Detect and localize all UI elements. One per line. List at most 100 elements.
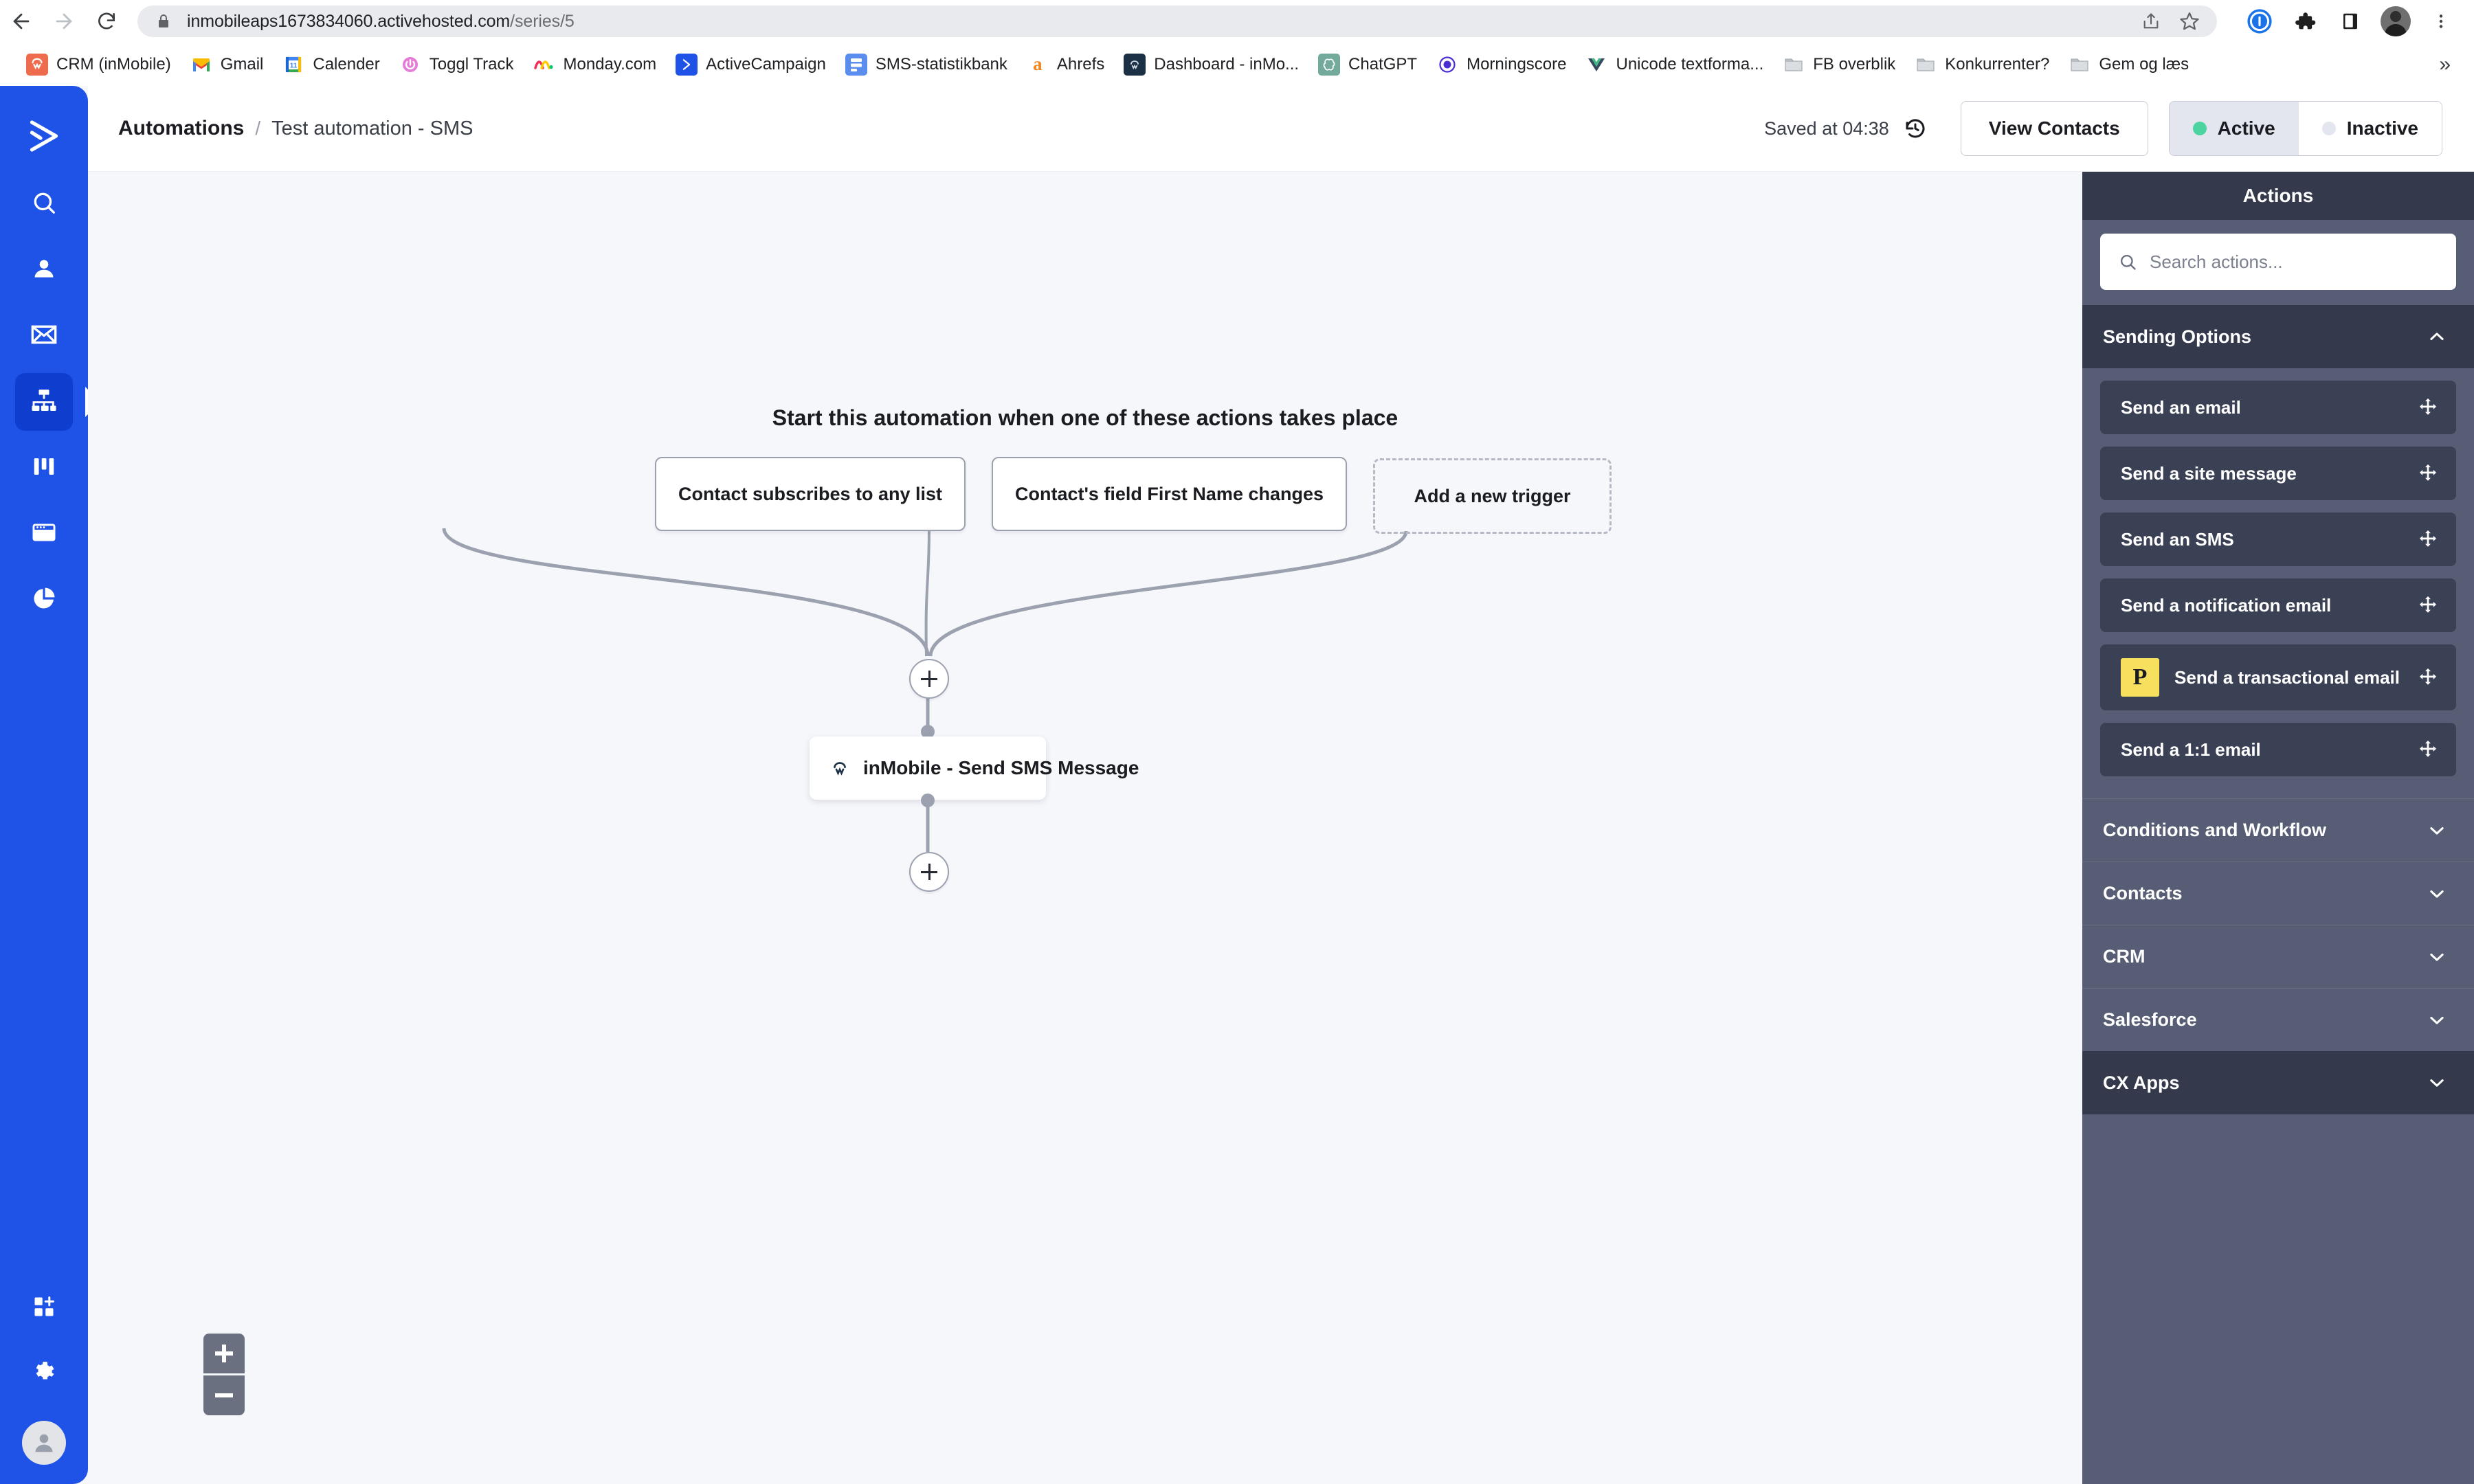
action-item[interactable]: Send an SMS: [2100, 513, 2456, 566]
inmobile-dashboard-icon: [1124, 53, 1146, 76]
history-clock-icon[interactable]: [1903, 116, 1928, 141]
bookmark-item[interactable]: a Ahrefs: [1017, 49, 1114, 80]
bookmarks-overflow-button[interactable]: »: [2439, 54, 2474, 75]
bookmark-item[interactable]: 11 Calender: [273, 49, 389, 80]
action-item[interactable]: Send a 1:1 email: [2100, 723, 2456, 776]
bookmark-label: SMS-statistikbank: [875, 54, 1007, 74]
sidebar-item-search[interactable]: [15, 175, 73, 233]
chevron-up-icon: [2427, 327, 2447, 346]
bookmark-item[interactable]: Dashboard - inMo...: [1114, 49, 1308, 80]
section-header-sending-options[interactable]: Sending Options: [2082, 305, 2474, 368]
section-header-conditions-and-workflow[interactable]: Conditions and Workflow: [2082, 798, 2474, 862]
search-actions-input[interactable]: [2148, 250, 2438, 273]
sidebar-panel-icon[interactable]: [2331, 2, 2370, 41]
breadcrumb-separator: /: [255, 117, 261, 139]
pie-chart-icon: [31, 585, 57, 615]
forward-arrow-icon[interactable]: [43, 0, 85, 43]
bookmark-item[interactable]: SMS-statistikbank: [836, 49, 1017, 80]
search-actions-field[interactable]: [2100, 234, 2456, 290]
bookmark-item[interactable]: Unicode textforma...: [1576, 49, 1773, 80]
sidebar-item-website[interactable]: [15, 505, 73, 563]
share-icon[interactable]: [2133, 5, 2169, 37]
add-step-button[interactable]: [909, 659, 949, 699]
section-header-contacts[interactable]: Contacts: [2082, 862, 2474, 925]
sidebar-item-settings[interactable]: [15, 1345, 73, 1403]
bookmark-item[interactable]: ChatGPT: [1308, 49, 1427, 80]
browser-window-icon: [31, 519, 57, 549]
folder-icon: [1915, 54, 1937, 76]
bookmark-item[interactable]: ActiveCampaign: [666, 49, 836, 80]
sidebar-item-automations[interactable]: [15, 373, 73, 431]
add-step-button[interactable]: [909, 852, 949, 892]
bookmark-item[interactable]: CRM (inMobile): [16, 49, 181, 80]
gear-icon: [31, 1360, 57, 1389]
drag-move-icon[interactable]: [2418, 463, 2438, 484]
action-item[interactable]: Send a site message: [2100, 447, 2456, 500]
bookmark-item[interactable]: Morningscore: [1427, 49, 1576, 80]
trigger-label: Contact subscribes to any list: [678, 483, 943, 504]
folder-icon: [1783, 54, 1805, 76]
back-arrow-icon[interactable]: [0, 0, 43, 43]
status-active-label: Active: [2217, 117, 2275, 139]
reload-icon[interactable]: [85, 0, 128, 43]
bookmark-label: Ahrefs: [1056, 54, 1105, 74]
activecampaign-logo[interactable]: [13, 105, 75, 167]
status-inactive-label: Inactive: [2346, 117, 2418, 139]
action-label: Send a site message: [2121, 462, 2297, 484]
section-header-crm[interactable]: CRM: [2082, 925, 2474, 988]
bookmark-item[interactable]: Gem og læs: [2059, 49, 2198, 80]
drag-move-icon[interactable]: [2418, 739, 2438, 760]
profile-avatar[interactable]: [2376, 2, 2415, 41]
section-label: Sending Options: [2103, 326, 2251, 347]
status-active-button[interactable]: Active: [2169, 102, 2299, 155]
chatgpt-icon: [1318, 53, 1341, 76]
breadcrumb-root[interactable]: Automations: [118, 117, 244, 140]
chrome-menu-icon[interactable]: [2422, 2, 2460, 41]
search-icon: [2118, 252, 2137, 271]
sidebar-item-apps[interactable]: [15, 1279, 73, 1337]
bookmark-label: Dashboard - inMo...: [1154, 54, 1300, 74]
view-contacts-button[interactable]: View Contacts: [1960, 101, 2148, 156]
zoom-in-icon[interactable]: [203, 1334, 245, 1373]
section-label: Salesforce: [2103, 1009, 2197, 1030]
bookmark-item[interactable]: Toggl Track: [390, 49, 524, 80]
morningscore-icon: [1436, 53, 1459, 76]
action-item[interactable]: P Send a transactional email: [2100, 644, 2456, 710]
trigger-card[interactable]: Contact subscribes to any list: [655, 457, 966, 531]
bookmark-item[interactable]: FB overblik: [1773, 49, 1905, 80]
action-item[interactable]: Send a notification email: [2100, 578, 2456, 632]
bookmark-label: ChatGPT: [1348, 54, 1418, 74]
trigger-card[interactable]: Contact's field First Name changes: [992, 457, 1347, 531]
user-avatar-icon[interactable]: [22, 1421, 66, 1465]
automation-canvas[interactable]: Start this automation when one of these …: [88, 172, 2082, 1484]
address-bar[interactable]: inmobileaps1673834060.activehosted.com/s…: [137, 5, 2217, 37]
section-header-salesforce[interactable]: Salesforce: [2082, 988, 2474, 1051]
drag-move-icon[interactable]: [2418, 529, 2438, 550]
sidebar-item-reports[interactable]: [15, 571, 73, 629]
extensions-puzzle-icon[interactable]: [2286, 2, 2324, 41]
bookmark-label: ActiveCampaign: [706, 54, 826, 74]
action-label: Send an email: [2121, 396, 2241, 418]
bookmark-item[interactable]: Monday.com: [523, 49, 666, 80]
url-path: /series/5: [510, 11, 575, 31]
sidebar-item-deals[interactable]: [15, 439, 73, 497]
section-header-cx-apps[interactable]: CX Apps: [2082, 1051, 2474, 1114]
add-trigger-card[interactable]: Add a new trigger: [1373, 458, 1612, 534]
drag-move-icon[interactable]: [2418, 595, 2438, 616]
sidebar-item-campaigns[interactable]: [15, 307, 73, 365]
sidebar-item-contacts[interactable]: [15, 241, 73, 299]
automation-step-card[interactable]: inMobile - Send SMS Message: [810, 737, 1139, 800]
status-inactive-button[interactable]: Inactive: [2298, 102, 2442, 155]
bookmark-item[interactable]: Gmail: [181, 49, 274, 80]
action-label: Send an SMS: [2121, 528, 2234, 550]
step-label: inMobile - Send SMS Message: [863, 757, 1139, 778]
zoom-out-icon[interactable]: [203, 1373, 245, 1415]
drag-move-icon[interactable]: [2418, 397, 2438, 418]
connector-dot: [921, 794, 935, 807]
drag-move-icon[interactable]: [2418, 667, 2438, 688]
bookmark-item[interactable]: Konkurrenter?: [1905, 49, 2059, 80]
1password-icon[interactable]: [2240, 2, 2279, 41]
action-item[interactable]: Send an email: [2100, 381, 2456, 434]
bookmark-star-icon[interactable]: [2172, 5, 2207, 37]
sms-statistikbank-icon: [845, 53, 867, 76]
